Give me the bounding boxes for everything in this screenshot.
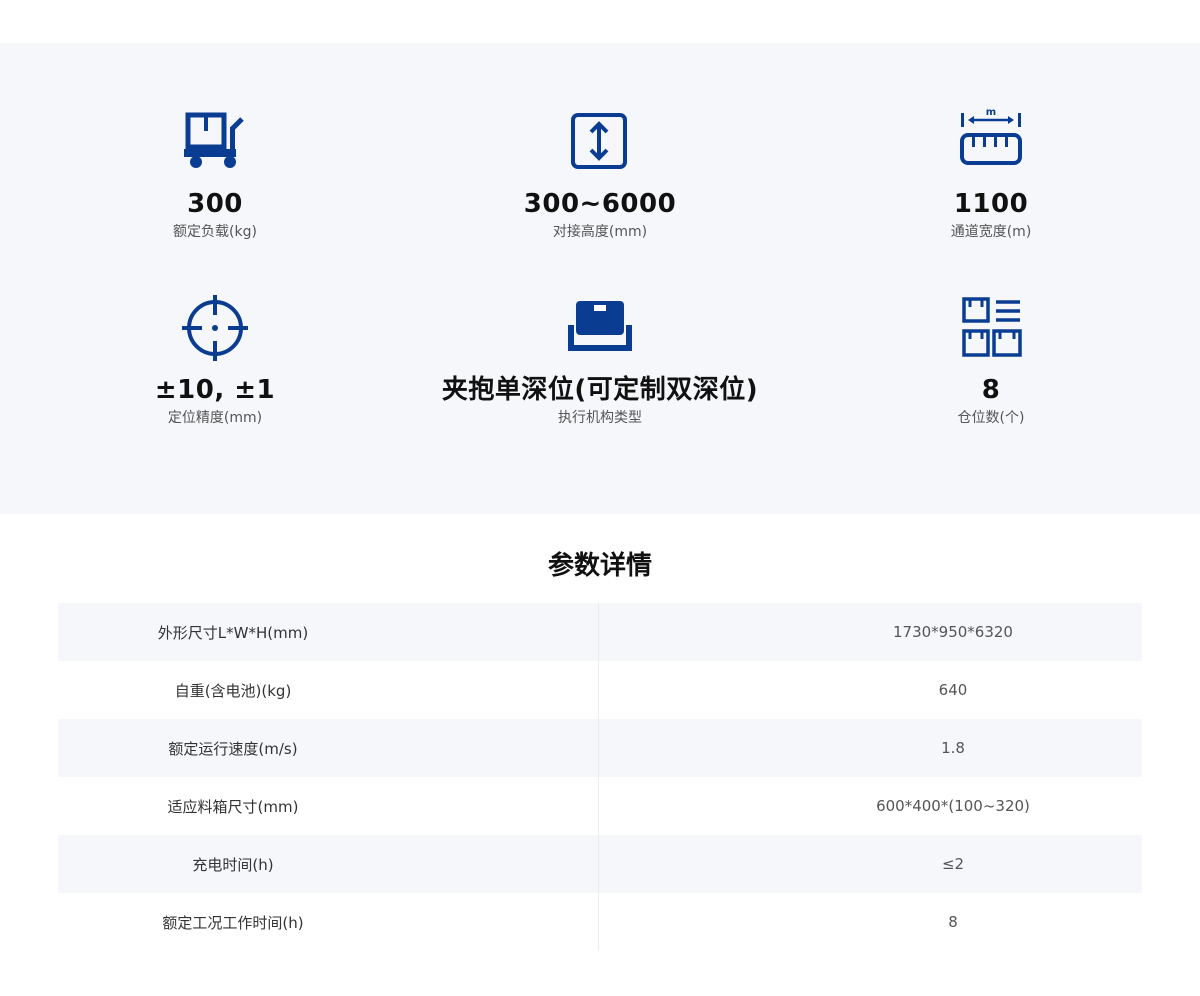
spec-name: 自重(含电池)(kg) xyxy=(58,661,599,719)
spec-value: 640 xyxy=(938,681,968,699)
stat-label: 通道宽度(m) xyxy=(950,224,1032,240)
key-stats-panel: 300 额定负载(kg) 300~6000 对接高度(mm) m 1100 通道… xyxy=(0,43,1200,514)
spec-name: 额定运行速度(m/s) xyxy=(58,719,599,777)
table-row: 充电时间(h) ≤2 xyxy=(58,835,1142,893)
ruler-width-icon: m xyxy=(801,107,1181,177)
stat-value: ±10, ±1 xyxy=(154,375,276,405)
ruler-unit-label: m xyxy=(986,107,996,118)
stat-label: 定位精度(mm) xyxy=(167,410,263,426)
box-gripper-icon xyxy=(410,293,790,363)
stat-aisle-width: m 1100 通道宽度(m) xyxy=(801,107,1181,243)
delivery-cart-icon xyxy=(25,107,405,177)
spec-value: ≤2 xyxy=(941,855,965,873)
section-title: 参数详情 xyxy=(547,551,652,581)
stat-label: 对接高度(mm) xyxy=(552,224,648,240)
stat-label: 额定负载(kg) xyxy=(173,224,257,240)
spec-value: 600*400*(100~320) xyxy=(876,797,1030,815)
stat-value: 1100 xyxy=(953,189,1029,219)
stat-label: 仓位数(个) xyxy=(957,410,1025,426)
table-row: 外形尺寸L*W*H(mm) 1730*950*6320 xyxy=(58,603,1142,661)
stat-docking-height: 300~6000 对接高度(mm) xyxy=(410,107,790,243)
spec-name: 充电时间(h) xyxy=(58,835,599,893)
stat-value: 夹抱单深位(可定制双深位) xyxy=(441,375,759,405)
spec-name: 适应料箱尺寸(mm) xyxy=(58,777,599,835)
spec-value: 1730*950*6320 xyxy=(893,623,1013,641)
stat-value: 300~6000 xyxy=(523,189,677,219)
spec-name: 额定工况工作时间(h) xyxy=(58,893,599,951)
spec-name: 外形尺寸L*W*H(mm) xyxy=(58,603,599,661)
stat-positioning-accuracy: ±10, ±1 定位精度(mm) xyxy=(25,293,405,429)
storage-slots-icon xyxy=(801,293,1181,363)
table-row: 适应料箱尺寸(mm) 600*400*(100~320) xyxy=(58,777,1142,835)
spec-table: 外形尺寸L*W*H(mm) 1730*950*6320 自重(含电池)(kg) … xyxy=(58,603,1142,951)
stat-actuator-type: 夹抱单深位(可定制双深位) 执行机构类型 xyxy=(410,293,790,429)
table-row: 额定运行速度(m/s) 1.8 xyxy=(58,719,1142,777)
spec-value: 8 xyxy=(948,913,958,931)
stat-storage-slots: 8 仓位数(个) xyxy=(801,293,1181,429)
table-row: 额定工况工作时间(h) 8 xyxy=(58,893,1142,951)
stat-label: 执行机构类型 xyxy=(558,410,642,426)
vertical-arrows-icon xyxy=(410,107,790,177)
stat-rated-load: 300 额定负载(kg) xyxy=(25,107,405,243)
crosshair-icon xyxy=(25,293,405,363)
stat-value: 300 xyxy=(187,189,243,219)
table-row: 自重(含电池)(kg) 640 xyxy=(58,661,1142,719)
stat-value: 8 xyxy=(981,375,1001,405)
spec-value: 1.8 xyxy=(941,739,965,757)
